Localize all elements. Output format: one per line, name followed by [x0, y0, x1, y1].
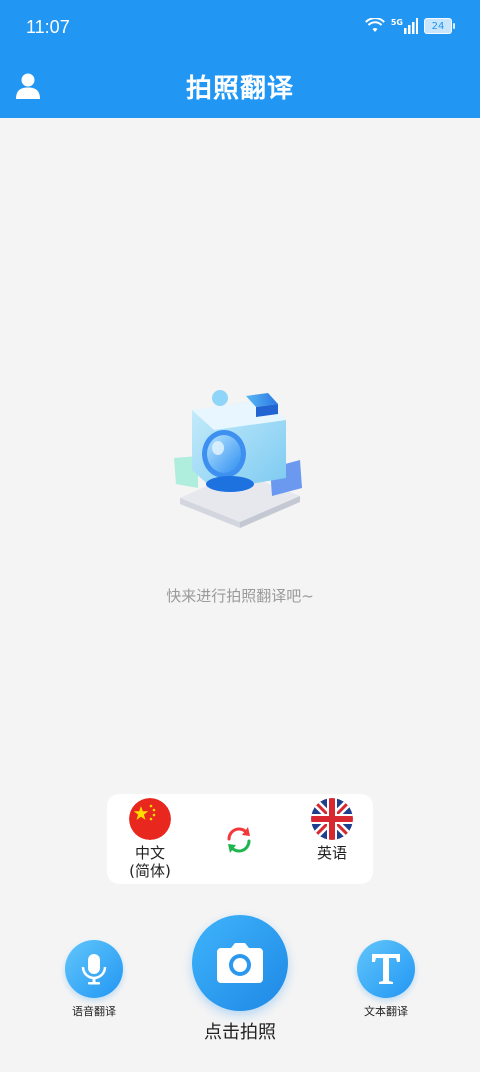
source-language-button[interactable]: 中文 (简体)	[105, 798, 195, 880]
voice-translate-label: 语音翻译	[72, 1005, 116, 1018]
take-photo-label: 点击拍照	[204, 1022, 276, 1043]
status-time: 11:07	[26, 17, 70, 37]
language-selector: 中文 (简体) 英语	[107, 794, 373, 884]
empty-state-message: 快来进行拍照翻译吧~	[166, 587, 314, 605]
text-translate-button[interactable]: 文本翻译	[341, 940, 431, 1019]
page-title: 拍照翻译	[185, 74, 294, 104]
target-language-button[interactable]: 英语	[287, 798, 377, 862]
target-language-label: 英语	[316, 844, 347, 862]
camera-illustration-icon	[174, 390, 302, 528]
microphone-icon	[81, 954, 107, 985]
text-button-circle	[357, 940, 415, 998]
status-icons: 5G 24	[364, 18, 455, 34]
voice-translate-button[interactable]: 语音翻译	[49, 940, 139, 1019]
battery-level: 24	[431, 20, 445, 32]
take-photo-button[interactable]	[192, 915, 288, 1011]
network-type: 5G	[390, 18, 403, 27]
text-translate-label: 文本翻译	[364, 1005, 408, 1018]
swap-languages-icon[interactable]	[223, 824, 255, 856]
camera-icon	[217, 943, 263, 983]
text-t-icon	[372, 954, 400, 984]
voice-button-circle	[65, 940, 123, 998]
uk-flag-icon	[311, 798, 353, 840]
app-bar: 拍照翻译	[0, 56, 480, 118]
china-flag-icon	[129, 798, 171, 840]
wifi-icon	[364, 18, 385, 32]
signal-icon: 5G	[391, 18, 418, 34]
source-language-label: 中文 (简体)	[129, 844, 171, 880]
status-bar: 11:07 5G 24	[0, 0, 480, 56]
battery-icon: 24	[424, 18, 455, 34]
